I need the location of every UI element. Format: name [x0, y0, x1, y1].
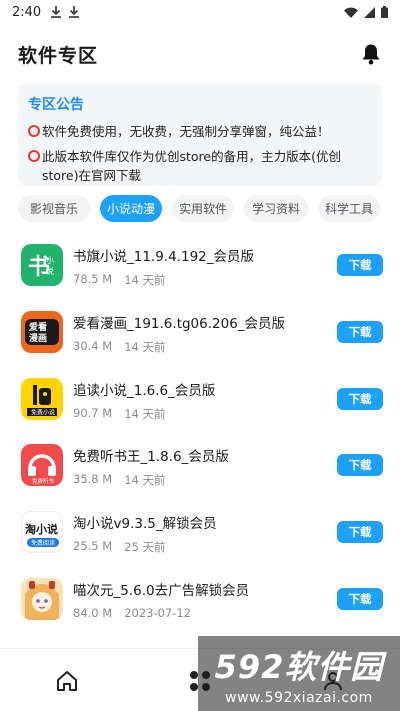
app-meta: 35.8 M 14 天前: [73, 472, 165, 488]
download-button[interactable]: 下载: [337, 454, 383, 477]
app-name: 书旗小说_11.9.4.192_会员版: [73, 249, 254, 265]
app-icon: 淘小说 免费阅读: [21, 511, 63, 554]
status-notifications: [51, 6, 80, 18]
app-time: 25 天前: [124, 540, 166, 555]
app-meta: 84.0 M 2023-07-12: [73, 606, 191, 620]
watermark-url: www.592xiazai.com: [225, 689, 373, 706]
download-icon: [69, 6, 80, 18]
app-time: 14 天前: [124, 406, 166, 421]
app-name: 免费听书王_1.8.6_会员版: [73, 449, 229, 466]
tab-study-materials[interactable]: 学习资料: [244, 195, 308, 222]
svg-text:免费听书: 免费听书: [32, 477, 55, 485]
notice-line: 软件免费使用，无收费，无强制分享弹窗，纯公益！: [28, 122, 372, 141]
notice-line: 此版本软件库仅作为优创store的备用，主力版本(优创store)在官网下载: [28, 147, 372, 185]
status-system-icons: [344, 6, 388, 18]
app-size: 90.7 M: [73, 405, 113, 420]
home-icon[interactable]: [53, 667, 81, 695]
app-icon: [21, 577, 63, 620]
notice-text: 软件免费使用，无收费，无强制分享弹窗，纯公益！: [42, 124, 330, 139]
app-icon: 爱看 漫画: [21, 310, 63, 353]
app-meta: 25.5 M 25 天前: [73, 539, 165, 555]
app-time: 2023-07-12: [124, 605, 192, 620]
notice-text: 此版本软件库仅作为优创store的备用，主力版本(优创store)在官网下载: [42, 149, 341, 183]
battery-icon: [381, 6, 388, 18]
app-meta: 30.4 M 14 天前: [73, 339, 165, 355]
download-button[interactable]: 下载: [337, 587, 383, 610]
app-icon: 免费小说: [21, 377, 63, 420]
app-size: 78.5 M: [73, 272, 113, 286]
tab-utilities[interactable]: 实用软件: [172, 195, 234, 222]
status-bar: 2:40: [0, 0, 400, 24]
svg-text:免费小说: 免费小说: [31, 408, 55, 416]
app-icon: 免费听书: [21, 444, 63, 487]
svg-text:小: 小: [46, 256, 54, 265]
wifi-icon: [344, 7, 358, 18]
svg-text:说: 说: [46, 266, 54, 276]
svg-text:爱看: 爱看: [29, 321, 47, 333]
app-size: 30.4 M: [73, 338, 113, 353]
status-time: 2:40: [12, 4, 42, 20]
svg-text:淘小说: 淘小说: [25, 522, 58, 536]
notice-card: 专区公告 软件免费使用，无收费，无强制分享弹窗，纯公益！ 此版本软件库仅作为优创…: [18, 84, 382, 186]
bell-icon[interactable]: [360, 43, 382, 65]
app-time: 14 天前: [124, 273, 166, 287]
app-name: 爱看漫画_191.6.tg06.206_会员版: [73, 315, 286, 332]
app-time: 14 天前: [124, 473, 166, 488]
circle-icon: [28, 150, 40, 162]
tab-movies-music[interactable]: 影视音乐: [18, 195, 90, 222]
download-button[interactable]: 下载: [337, 387, 383, 410]
svg-text:漫画: 漫画: [29, 332, 47, 344]
list-item[interactable]: 书 小 说 书旗小说_11.9.4.192_会员版 78.5 M 14 天前 下…: [0, 232, 400, 299]
category-tabs: 影视音乐 小说动漫 实用软件 学习资料 科学工具: [18, 195, 398, 223]
watermark: 592软件园 www.592xiazai.com: [198, 636, 400, 711]
app-time: 14 天前: [124, 339, 166, 354]
app-meta: 78.5 M 14 天前: [73, 272, 165, 288]
tab-novels-comics[interactable]: 小说动漫: [100, 195, 162, 222]
list-item[interactable]: 喵次元_5.6.0去广告解锁会员 84.0 M 2023-07-12 下载: [0, 566, 400, 633]
list-item[interactable]: 免费听书 免费听书王_1.8.6_会员版 35.8 M 14 天前 下载: [0, 432, 400, 499]
page-title: 软件专区: [18, 44, 99, 67]
app-name: 淘小说v9.3.5_解锁会员: [73, 516, 217, 533]
app-list: 书 小 说 书旗小说_11.9.4.192_会员版 78.5 M 14 天前 下…: [0, 232, 400, 633]
app-size: 35.8 M: [73, 472, 113, 487]
app-name: 喵次元_5.6.0去广告解锁会员: [73, 582, 250, 599]
download-button[interactable]: 下载: [337, 254, 383, 276]
notice-title: 专区公告: [28, 97, 84, 113]
app-meta: 90.7 M 14 天前: [73, 406, 165, 422]
download-button[interactable]: 下载: [337, 320, 383, 343]
app-size: 25.5 M: [73, 539, 113, 554]
svg-text:免费阅读: 免费阅读: [31, 539, 55, 547]
tab-science-tools[interactable]: 科学工具: [318, 195, 380, 222]
signal-icon: [364, 6, 375, 18]
list-item[interactable]: 淘小说 免费阅读 淘小说v9.3.5_解锁会员 25.5 M 25 天前 下载: [0, 499, 400, 566]
download-button[interactable]: 下载: [337, 521, 383, 544]
header: 软件专区: [0, 34, 400, 74]
app-name: 追读小说_1.6.6_会员版: [73, 382, 216, 399]
download-icon: [51, 6, 62, 18]
circle-icon: [28, 125, 40, 137]
list-item[interactable]: 爱看 漫画 爱看漫画_191.6.tg06.206_会员版 30.4 M 14 …: [0, 299, 400, 366]
app-icon: 书 小 说: [21, 244, 63, 286]
watermark-logo-text: 592软件园: [214, 647, 384, 686]
app-size: 84.0 M: [73, 605, 113, 620]
list-item[interactable]: 免费小说 追读小说_1.6.6_会员版 90.7 M 14 天前 下载: [0, 366, 400, 433]
